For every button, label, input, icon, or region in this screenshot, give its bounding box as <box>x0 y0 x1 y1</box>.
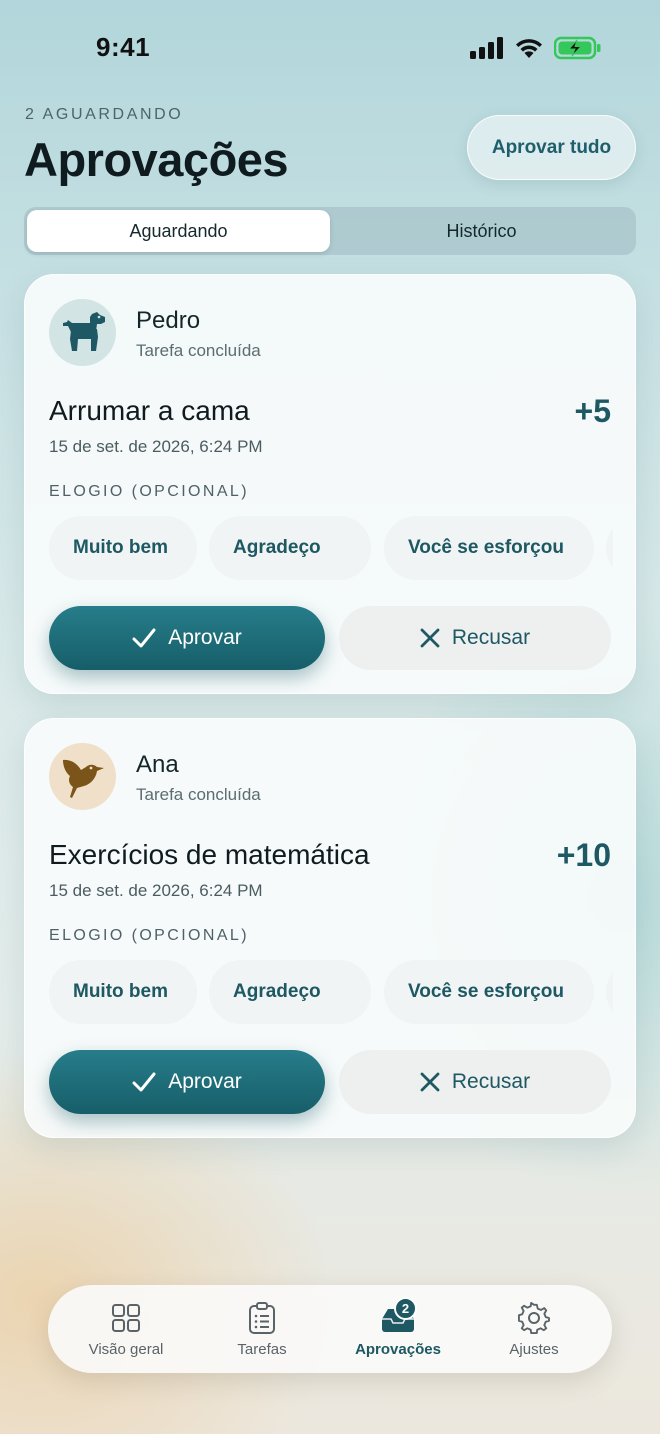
tab-label: Visão geral <box>88 1340 164 1358</box>
praise-chips: Muito bem Agradeço Você se esforçou F <box>49 960 613 1024</box>
approve-button[interactable]: Aprovar <box>49 1050 325 1114</box>
close-icon <box>420 628 440 648</box>
page-title: Aprovações <box>24 133 289 186</box>
battery-charging-icon <box>554 36 601 60</box>
status-segmented-control: Aguardando Histórico <box>24 207 636 255</box>
status-bar: 9:41 <box>0 0 660 90</box>
wifi-icon <box>516 39 542 58</box>
reject-button[interactable]: Recusar <box>339 606 611 670</box>
task-date: 15 de set. de 2026, 6:24 PM <box>49 437 263 456</box>
approval-card: Pedro Tarefa concluída Arrumar a cama +5… <box>24 274 636 694</box>
tab-label: Ajustes <box>509 1340 559 1358</box>
praise-label: ELOGIO (OPCIONAL) <box>49 927 249 944</box>
tab-settings[interactable]: Ajustes <box>469 1301 599 1358</box>
close-icon <box>420 1072 440 1092</box>
bird-icon <box>62 759 104 798</box>
tab-overview[interactable]: Visão geral <box>61 1301 191 1358</box>
praise-chip[interactable]: Muito bem <box>49 516 197 580</box>
approvals-badge: 2 <box>394 1296 417 1320</box>
dog-icon <box>62 311 105 351</box>
avatar <box>49 299 116 366</box>
reject-button[interactable]: Recusar <box>339 1050 611 1114</box>
clipboard-icon <box>249 1301 275 1334</box>
grid-icon <box>112 1303 140 1332</box>
task-title: Arrumar a cama <box>49 395 250 426</box>
segment-history[interactable]: Histórico <box>330 210 633 252</box>
segment-pending[interactable]: Aguardando <box>27 210 330 252</box>
child-name: Pedro <box>136 307 201 334</box>
tab-approvals[interactable]: 2 Aprovações <box>333 1296 463 1358</box>
tab-label: Tarefas <box>237 1340 287 1358</box>
task-status: Tarefa concluída <box>136 341 261 360</box>
status-time: 9:41 <box>96 32 151 62</box>
praise-chip[interactable]: Muito bem <box>49 960 197 1024</box>
task-date: 15 de set. de 2026, 6:24 PM <box>49 881 263 900</box>
approve-all-button[interactable]: Aprovar tudo <box>467 115 636 180</box>
status-icons <box>470 36 602 60</box>
approve-button[interactable]: Aprovar <box>49 606 325 670</box>
pending-count-label: 2 AGUARDANDO <box>25 106 184 123</box>
cellular-signal-icon <box>470 37 503 59</box>
praise-chip[interactable]: Agradeço <box>209 960 371 1024</box>
approve-label: Aprovar <box>168 626 242 649</box>
approve-label: Aprovar <box>168 1070 242 1093</box>
tab-tasks[interactable]: Tarefas <box>197 1301 327 1358</box>
avatar <box>49 743 116 810</box>
bottom-tab-bar: Visão geral Tarefas 2 Aprovações Ajustes <box>48 1285 612 1373</box>
praise-chip[interactable]: Você se esforçou <box>384 516 594 580</box>
praise-chips: Muito bem Agradeço Você se esforçou F <box>49 516 613 580</box>
points-value: +5 <box>574 393 611 429</box>
points-value: +10 <box>556 837 611 873</box>
checkmark-icon <box>132 1072 156 1092</box>
gear-icon <box>518 1301 550 1334</box>
praise-chip[interactable]: Você se esforçou <box>384 960 594 1024</box>
checkmark-icon <box>132 628 156 648</box>
reject-label: Recusar <box>451 626 531 649</box>
tab-label: Aprovações <box>355 1340 441 1358</box>
praise-chip[interactable]: F <box>606 516 613 580</box>
child-name: Ana <box>136 751 179 778</box>
task-status: Tarefa concluída <box>136 785 261 804</box>
task-title: Exercícios de matemática <box>49 839 370 870</box>
praise-label: ELOGIO (OPCIONAL) <box>49 483 249 500</box>
reject-label: Recusar <box>451 1070 531 1093</box>
praise-chip[interactable]: Agradeço <box>209 516 371 580</box>
praise-chip[interactable]: F <box>606 960 613 1024</box>
approval-card: Ana Tarefa concluída Exercícios de matem… <box>24 718 636 1138</box>
